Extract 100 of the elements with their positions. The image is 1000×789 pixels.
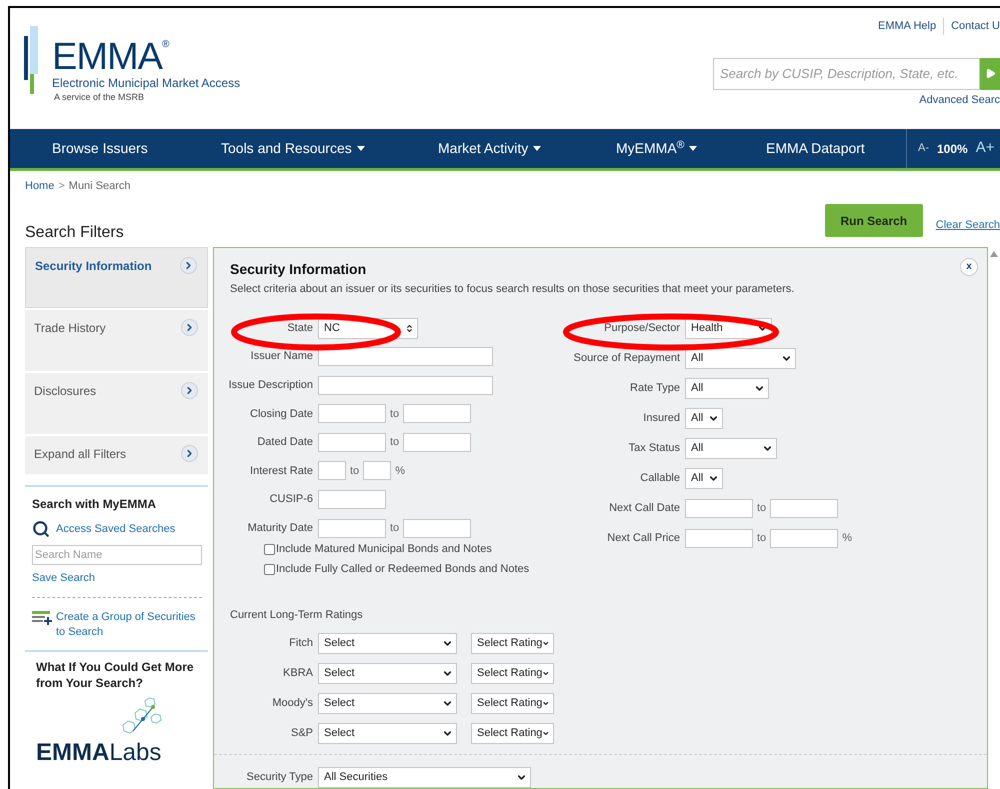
field-label: Issuer Name [250,349,313,364]
range-end-field[interactable] [403,404,472,424]
top-link[interactable]: Contact U [943,18,1000,34]
field-label: Next Call Date [608,500,680,516]
range-start-field[interactable] [318,518,386,538]
field-label: Tax Status [628,440,680,456]
checkbox-label: Include Matured Municipal Bonds and Notes [276,542,492,558]
dropdown[interactable]: Select Rating [471,722,554,744]
field-label: Security Type [246,770,313,785]
advanced-search-link[interactable]: Advanced Searc [919,92,1000,108]
range-separator: to [757,530,766,546]
dropdown[interactable]: All [685,348,796,368]
field-label: Source of Repayment [572,350,680,366]
filter-tab[interactable]: Expand all Filters [25,436,208,474]
field-label: Closing Date [249,406,313,422]
field-label: Dated Date [256,435,313,450]
range-start-field[interactable] [685,528,753,548]
breadcrumb-link[interactable]: Home [25,178,54,201]
dropdown[interactable]: All [685,438,777,458]
logo-subtitle: Electronic Municipal Market Access [52,76,240,91]
nav-item[interactable]: Browse Issuers [52,138,221,159]
range-start-field[interactable] [318,404,386,424]
filter-tab[interactable]: Security Information [25,247,208,308]
agency-label: S&P [290,726,313,741]
field-label: Rate Type [629,380,680,396]
chevron-icon [181,445,198,462]
range-end-field[interactable] [403,432,472,452]
range-end-field[interactable] [770,498,838,518]
scroll-up-icon[interactable] [990,251,998,257]
search-icon [32,520,50,538]
field-label: Maturity Date [246,520,313,536]
dropdown[interactable]: Select [318,692,457,714]
nav-item[interactable]: Market Activity [438,138,616,159]
play-icon [985,68,996,79]
saved-searches-link[interactable]: Access Saved Searches [56,520,176,538]
field-label: State [286,320,313,336]
registered-mark: ® [162,40,170,50]
dropdown[interactable]: All [685,378,769,398]
chevron-icon [181,382,198,399]
breadcrumb-separator: > [58,179,65,194]
nav-item[interactable]: EMMA Dataport [766,138,906,159]
checkbox[interactable] [264,544,275,556]
range-separator: to [390,520,400,536]
text-field[interactable] [318,376,493,395]
chevron-icon [180,257,197,274]
close-button[interactable]: x [960,258,978,276]
section-title: Search with MyEMMA [32,496,158,513]
add-list-icon [32,610,52,624]
dropdown[interactable]: All Securities [318,766,531,788]
range-end-field[interactable] [403,518,472,538]
top-link[interactable]: EMMA Help [871,18,944,34]
checkbox[interactable] [264,564,275,576]
nav-item[interactable]: MyEMMA$^{®}$ [616,138,766,159]
nav-item[interactable]: Tools and Resources [221,138,438,159]
range-end-field[interactable] [363,461,392,480]
dropdown[interactable]: Select [318,722,457,744]
zoom-level: 100% [937,140,968,158]
save-search-link[interactable]: Save Search [32,570,202,586]
promo-title: What If You Could Get More from Your Search? [36,658,195,690]
dropdown[interactable]: Select Rating [471,632,554,654]
chevron-icon [181,319,198,336]
panel-description: Select criteria about an issuer or its securities to focus search results on those securities that meet your parameters. [230,282,796,297]
range-separator: to [757,500,766,516]
filter-tab[interactable]: Trade History [25,310,208,371]
dropdown[interactable]: Select Rating [471,692,554,714]
create-group-link[interactable]: Create a Group of Securities to Search [56,610,202,640]
text-field[interactable] [318,490,386,510]
checkbox-label: Include Fully Called or Redeemed Bonds and Notes [276,562,530,578]
agency-label: Fitch [288,636,313,651]
search-name-field[interactable]: Search Name [32,545,202,565]
percent-sign: % [842,530,852,546]
ratings-title: Current Long-Term Ratings [230,608,363,621]
search-button[interactable] [980,58,1000,90]
field-label: Purpose/Sector [603,320,680,336]
logo-tagline: A service of the MSRB [54,91,146,103]
dropdown[interactable]: Select [318,662,457,684]
range-start-field[interactable] [318,432,386,452]
dropdown[interactable]: Select Rating [471,662,554,684]
field-label: Next Call Price [606,530,680,546]
field-label: Interest Rate [249,464,313,479]
range-start-field[interactable] [685,498,753,518]
range-separator: to [390,435,400,450]
range-end-field[interactable] [770,528,838,548]
range-start-field[interactable] [318,461,346,480]
field-label: Issue Description [228,378,313,393]
logo-icon [24,26,38,94]
font-size-control[interactable]: A+ [976,137,994,160]
font-size-control[interactable]: A- [918,140,929,157]
text-field[interactable] [318,347,493,366]
dropdown[interactable]: Select [318,632,457,654]
filter-tab[interactable]: Disclosures [25,373,208,434]
range-separator: to [390,406,400,422]
clear-search-link[interactable]: Clear Search [936,217,1000,234]
dropdown[interactable]: All [685,468,723,488]
emmalabs-logo: EMMALabs [36,740,162,766]
run-search-button[interactable]: Run Search [824,204,923,237]
range-separator: to [350,464,360,479]
updown-icon [405,324,414,332]
dropdown[interactable]: All [685,408,723,428]
percent-sign: % [395,464,405,479]
